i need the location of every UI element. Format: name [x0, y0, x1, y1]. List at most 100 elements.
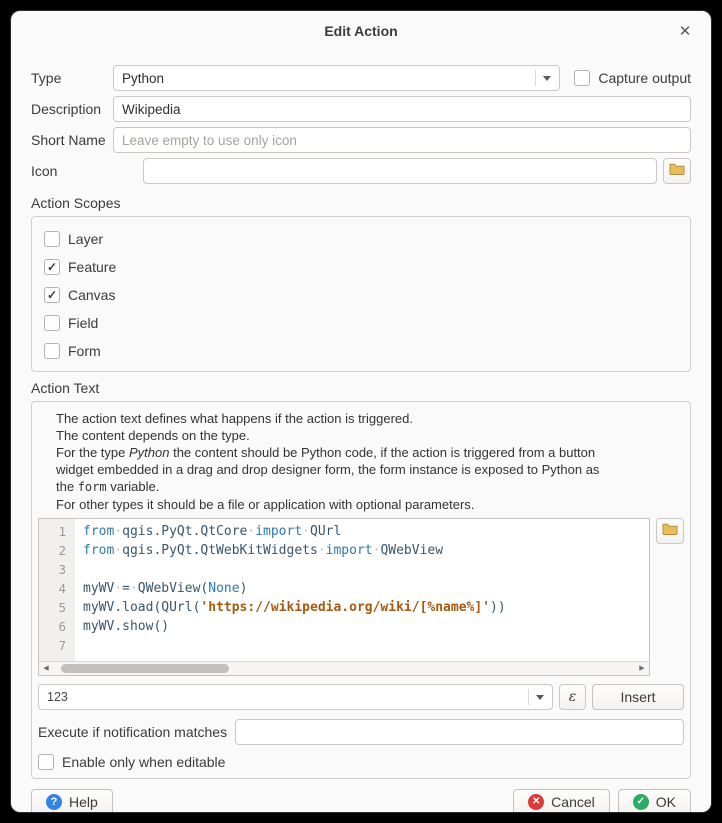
variable-insert-row: 123 ε Insert: [38, 684, 684, 710]
scope-layer[interactable]: Layer: [44, 225, 678, 253]
action-text-heading: Action Text: [31, 380, 691, 396]
cancel-button-label: Cancel: [551, 794, 595, 810]
scope-feature-label: Feature: [68, 259, 116, 275]
scope-canvas[interactable]: ✓ Canvas: [44, 281, 678, 309]
expression-builder-button[interactable]: ε: [559, 684, 586, 710]
dialog-body: Type Python Capture output Description S…: [11, 51, 711, 812]
short-name-label: Short Name: [31, 132, 113, 148]
scope-field-label: Field: [68, 315, 98, 331]
scope-canvas-checkbox[interactable]: ✓: [44, 287, 60, 303]
ok-icon: ✓: [633, 794, 649, 810]
scope-layer-label: Layer: [68, 231, 103, 247]
code-line: 3: [39, 560, 649, 579]
description-line: widget embedded in a drag and drop desig…: [56, 461, 684, 478]
browse-icon-button[interactable]: [663, 158, 691, 184]
scope-form[interactable]: Form: [44, 337, 678, 365]
description-line: The content depends on the type.: [56, 427, 684, 444]
type-label: Type: [31, 70, 113, 86]
enable-when-editable[interactable]: Enable only when editable: [38, 754, 684, 770]
folder-icon: [669, 162, 685, 180]
insert-button[interactable]: Insert: [592, 684, 684, 710]
horizontal-scrollbar[interactable]: ◀ ▶: [39, 661, 649, 675]
icon-label: Icon: [31, 163, 113, 179]
code-line: 1from·qgis.PyQt.QtCore·import·QUrl: [39, 522, 649, 541]
description-input[interactable]: [113, 96, 691, 122]
short-name-row: Short Name: [31, 127, 691, 153]
variable-combobox-value: 123: [47, 690, 528, 704]
description-line: For other types it should be a file or a…: [56, 496, 684, 513]
enable-when-editable-label: Enable only when editable: [62, 754, 225, 770]
code-text: [75, 560, 83, 579]
code-editor[interactable]: 1from·qgis.PyQt.QtCore·import·QUrl 2from…: [38, 518, 650, 676]
code-line: 7: [39, 636, 649, 655]
scroll-track[interactable]: [53, 662, 635, 675]
code-text: myWV·=·QWebView(None): [75, 579, 247, 598]
short-name-input[interactable]: [113, 127, 691, 153]
capture-output-label: Capture output: [598, 70, 691, 86]
combo-separator: [535, 70, 536, 86]
line-number: 1: [39, 522, 75, 541]
line-number: 3: [39, 560, 75, 579]
scroll-thumb[interactable]: [61, 664, 229, 673]
code-text: from·qgis.PyQt.QtCore·import·QUrl: [75, 522, 341, 541]
folder-icon: [662, 522, 678, 540]
cancel-button[interactable]: ✕ Cancel: [513, 789, 610, 813]
notification-row: Execute if notification matches: [38, 719, 684, 745]
scope-form-checkbox[interactable]: [44, 343, 60, 359]
code-text: from·qgis.PyQt.QtWebKitWidgets·import·QW…: [75, 541, 443, 560]
type-row: Type Python Capture output: [31, 65, 691, 91]
icon-path-input[interactable]: [143, 158, 657, 184]
cancel-icon: ✕: [528, 794, 544, 810]
description-label: Description: [31, 101, 113, 117]
code-text: myWV.load(QUrl('https://wikipedia.org/wi…: [75, 598, 506, 617]
description-line: the form variable.: [56, 478, 684, 496]
code-line: 4myWV·=·QWebView(None): [39, 579, 649, 598]
insert-button-label: Insert: [620, 689, 655, 705]
scroll-right-icon[interactable]: ▶: [635, 662, 649, 675]
ok-button-label: OK: [656, 794, 676, 810]
scope-field-checkbox[interactable]: [44, 315, 60, 331]
line-number: 6: [39, 617, 75, 636]
button-box: ? Help ✕ Cancel ✓ OK: [31, 779, 691, 813]
code-line: 2from·qgis.PyQt.QtWebKitWidgets·import·Q…: [39, 541, 649, 560]
help-button[interactable]: ? Help: [31, 789, 113, 813]
close-icon: ✕: [679, 22, 692, 40]
notification-label: Execute if notification matches: [38, 724, 227, 740]
variable-combobox[interactable]: 123: [38, 684, 553, 710]
icon-row: Icon: [31, 158, 691, 184]
capture-output-checkbox[interactable]: Capture output: [574, 70, 691, 86]
code-line: 5myWV.load(QUrl('https://wikipedia.org/w…: [39, 598, 649, 617]
titlebar[interactable]: Edit Action ✕: [11, 11, 711, 51]
scope-feature-checkbox[interactable]: ✓: [44, 259, 60, 275]
scope-field[interactable]: Field: [44, 309, 678, 337]
edit-action-dialog: Edit Action ✕ Type Python Capture output…: [10, 10, 712, 813]
code-section: 1from·qgis.PyQt.QtCore·import·QUrl 2from…: [38, 518, 684, 676]
description-line: For the type Python the content should b…: [56, 444, 684, 461]
notification-input[interactable]: [235, 719, 684, 745]
code-lines: 1from·qgis.PyQt.QtCore·import·QUrl 2from…: [39, 522, 649, 655]
description-line: The action text defines what happens if …: [56, 410, 684, 427]
epsilon-icon: ε: [569, 689, 577, 705]
type-combobox[interactable]: Python: [113, 65, 560, 91]
code-text: myWV.show(): [75, 617, 169, 636]
enable-when-editable-checkbox[interactable]: [38, 754, 54, 770]
action-text-description: The action text defines what happens if …: [56, 410, 684, 513]
window-title: Edit Action: [324, 23, 397, 39]
open-file-button[interactable]: [656, 518, 684, 544]
close-button[interactable]: ✕: [675, 21, 695, 41]
scope-feature[interactable]: ✓ Feature: [44, 253, 678, 281]
action-scopes-group: Layer ✓ Feature ✓ Canvas Field Form: [31, 216, 691, 372]
help-icon: ?: [46, 794, 62, 810]
scope-layer-checkbox[interactable]: [44, 231, 60, 247]
capture-output-box[interactable]: [574, 70, 590, 86]
ok-button[interactable]: ✓ OK: [618, 789, 691, 813]
type-combobox-value: Python: [122, 71, 535, 86]
combo-separator: [528, 689, 529, 705]
action-text-group: The action text defines what happens if …: [31, 401, 691, 779]
scope-canvas-label: Canvas: [68, 287, 115, 303]
scroll-left-icon[interactable]: ◀: [39, 662, 53, 675]
help-button-label: Help: [69, 794, 98, 810]
line-number: 4: [39, 579, 75, 598]
chevron-down-icon: [543, 76, 551, 81]
line-number: 2: [39, 541, 75, 560]
